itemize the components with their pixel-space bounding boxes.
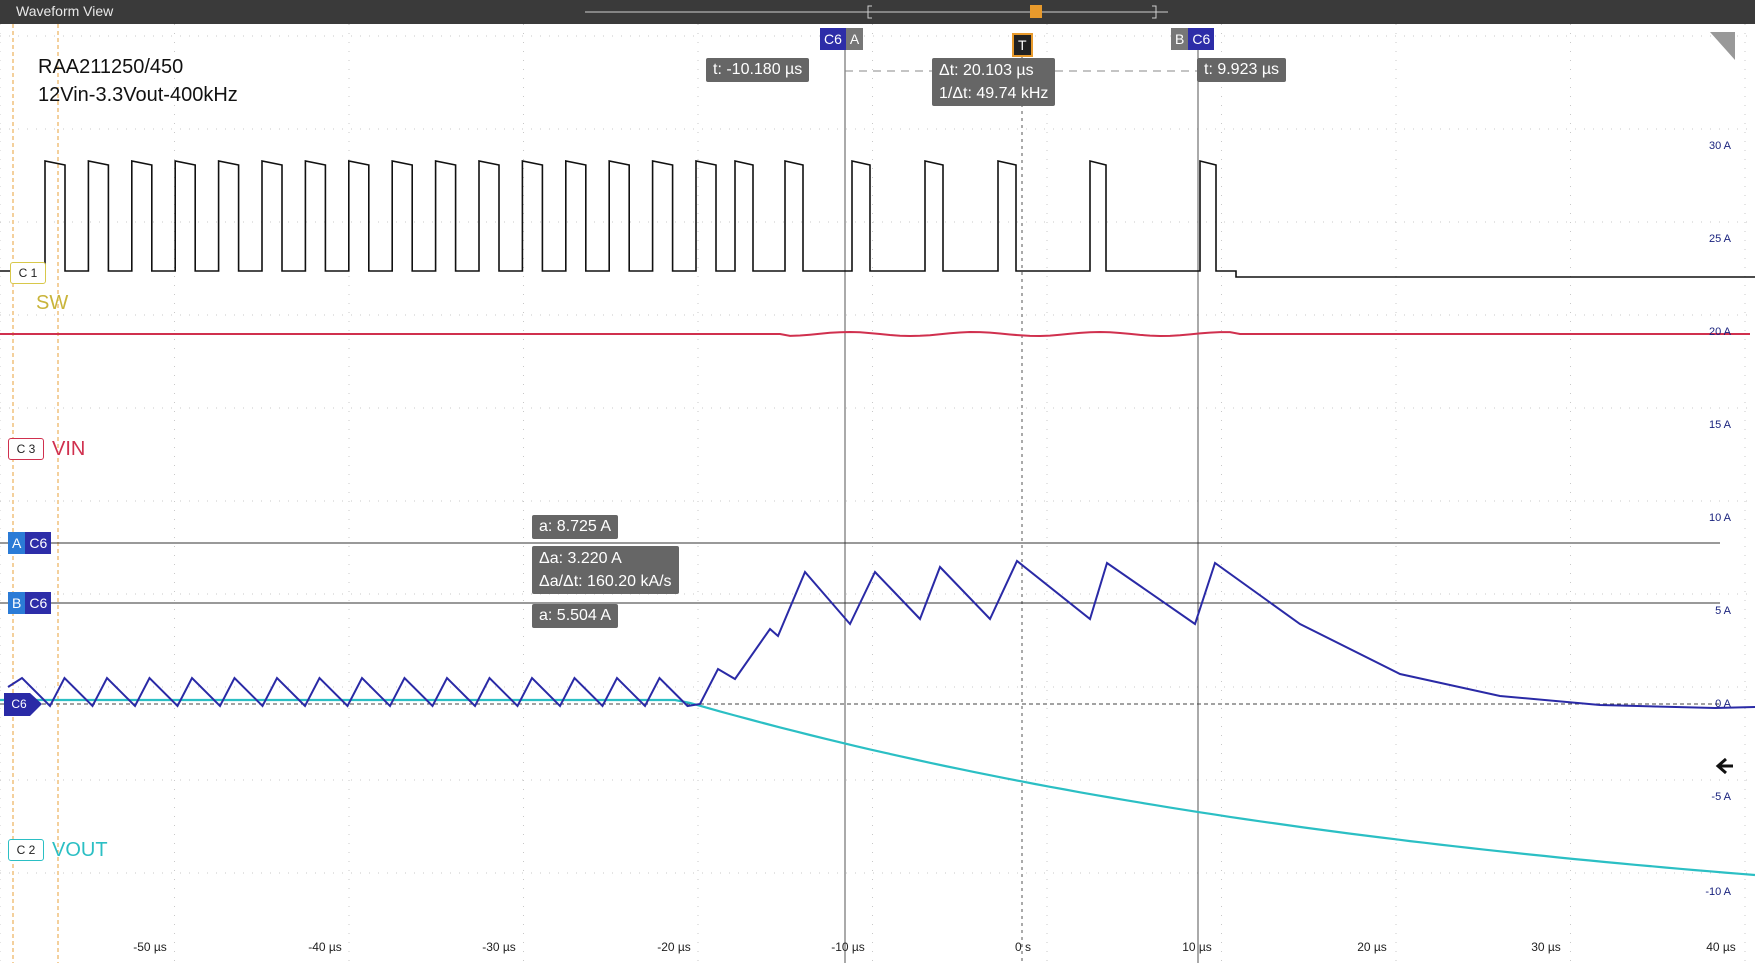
channel-c2-name: VOUT <box>52 839 108 861</box>
y-tick-label: -10 A <box>1705 886 1731 898</box>
zoom-corner-icon[interactable] <box>1710 32 1735 60</box>
title-bar: Waveform View <box>0 0 1755 24</box>
trigger-tag[interactable]: T <box>1012 33 1033 57</box>
sw-trace <box>0 159 1755 278</box>
delta-time-readout: Δt: 20.103 µs 1/Δt: 49.74 kHz <box>932 58 1056 106</box>
cursor-a-horizontal-letter: A <box>8 532 26 554</box>
y-tick-label: 30 A <box>1708 140 1731 152</box>
x-tick-label: 40 µs <box>1706 940 1736 954</box>
cursor-a-horizontal-tag[interactable]: A C6 <box>8 532 52 554</box>
cursor-a-tag-channel: C6 <box>820 28 846 50</box>
c6-current-trace <box>7 559 1755 710</box>
oscilloscope-graticule[interactable] <box>0 24 1755 963</box>
cursor-b-horizontal-letter: B <box>8 592 26 614</box>
cursor-b-tag-letter: B <box>1171 28 1189 50</box>
cursor-b-amplitude-readout: a: 5.504 A <box>532 604 619 628</box>
vin-trace <box>0 330 1750 338</box>
y-tick-label: 15 A <box>1708 419 1731 431</box>
channel-c3-name: VIN <box>52 438 86 460</box>
trigger-marker-overview <box>1030 5 1042 18</box>
x-tick-label: -30 µs <box>482 940 516 954</box>
cursor-b-horizontal-channel: C6 <box>25 592 52 614</box>
y-tick-label: 25 A <box>1708 233 1731 245</box>
cursor-b-tag[interactable]: B C6 <box>1171 28 1215 50</box>
delta-a-value: Δa: 3.220 A <box>539 550 622 567</box>
x-tick-label: -40 µs <box>308 940 342 954</box>
vout-trace <box>0 698 1755 877</box>
y-tick-label: 5 A <box>1715 605 1731 617</box>
x-tick-label: 0 s <box>1014 940 1032 954</box>
channel-c1-badge[interactable]: C 1 <box>10 262 46 284</box>
cursor-a-amplitude-readout: a: 8.725 A <box>532 515 619 539</box>
cursor-a-tag[interactable]: C6 A <box>820 28 864 50</box>
delta-a-rate-value: Δa/Δt: 160.20 kA/s <box>539 573 672 590</box>
x-tick-label: -10 µs <box>831 940 865 954</box>
x-tick-label: 30 µs <box>1531 940 1561 954</box>
x-tick-label: -20 µs <box>657 940 691 954</box>
cursor-b-time-readout: t: 9.923 µs <box>1197 58 1287 82</box>
x-tick-label: -50 µs <box>133 940 167 954</box>
info-line-1: RAA211250/450 <box>38 56 184 78</box>
channel-c6-badge[interactable]: C6 <box>4 694 34 714</box>
x-tick-label: 10 µs <box>1182 940 1212 954</box>
cursor-a-time-readout: t: -10.180 µs <box>706 58 810 82</box>
channel-c2-badge[interactable]: C 2 <box>8 839 44 861</box>
info-line-2: 12Vin-3.3Vout-400kHz <box>38 84 238 106</box>
grid <box>0 24 1755 963</box>
inverse-delta-t-value: 1/Δt: 49.74 kHz <box>939 85 1049 102</box>
y-tick-label: -5 A <box>1711 791 1731 803</box>
y-tick-label: 0 A <box>1715 698 1731 710</box>
cursor-b-tag-channel: C6 <box>1188 28 1215 50</box>
y-tick-label: 10 A <box>1708 512 1731 524</box>
delta-t-value: Δt: 20.103 µs <box>939 62 1034 79</box>
y-tick-label: 20 A <box>1708 326 1731 338</box>
channel-c3-badge[interactable]: C 3 <box>8 438 44 460</box>
trigger-tag-label: T <box>1018 37 1027 53</box>
cursor-b-horizontal-tag[interactable]: B C6 <box>8 592 52 614</box>
cursor-a-tag-letter: A <box>845 28 864 50</box>
waveform-view-window: Waveform View RAA211250/450 12Vin-3.3Vou… <box>0 0 1755 963</box>
delta-amplitude-readout: Δa: 3.220 A Δa/Δt: 160.20 kA/s <box>532 546 679 594</box>
channel-c1-name: SW <box>36 292 69 314</box>
offscreen-arrow-icon[interactable] <box>1715 757 1733 775</box>
cursor-a-horizontal-channel: C6 <box>25 532 52 554</box>
x-tick-label: 20 µs <box>1357 940 1387 954</box>
overview-scrollbar[interactable] <box>0 0 1755 24</box>
